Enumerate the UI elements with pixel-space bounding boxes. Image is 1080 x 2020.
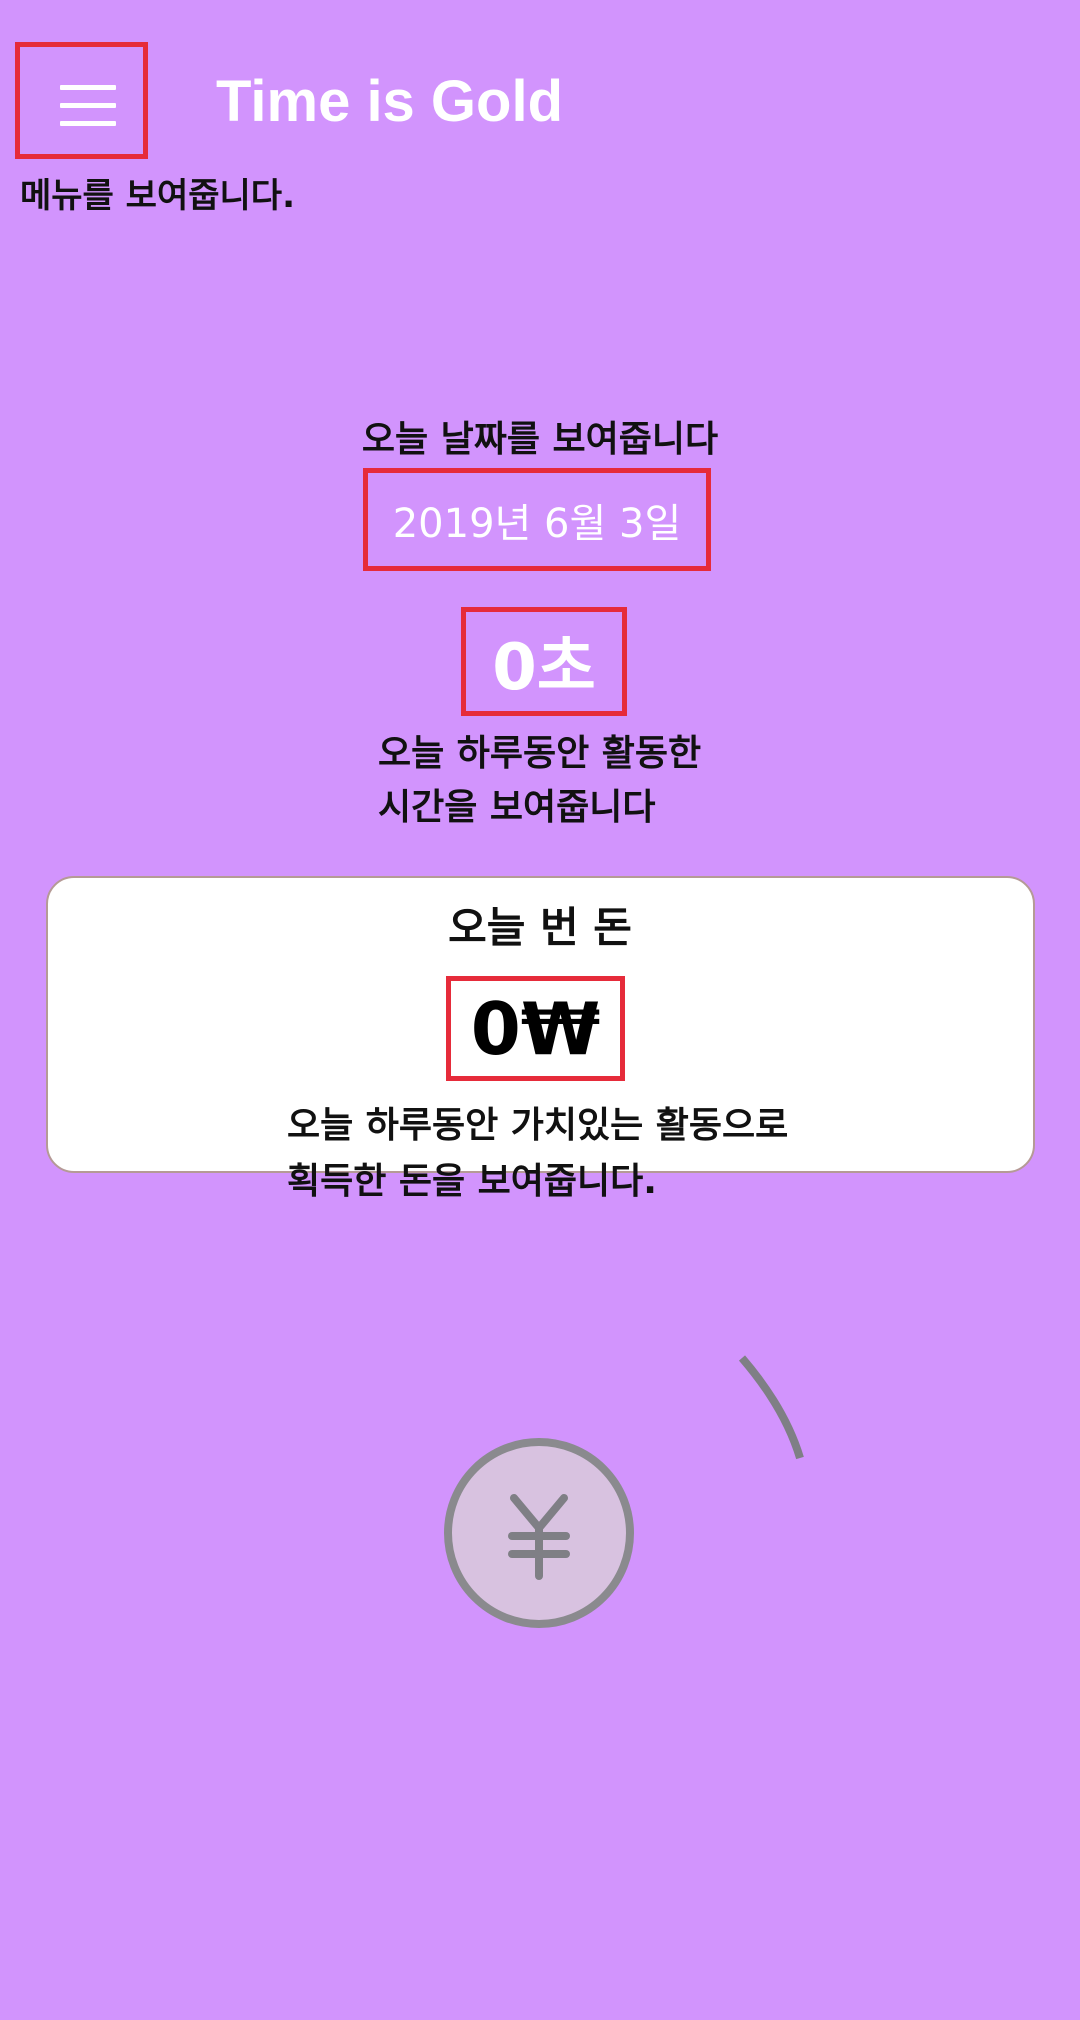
earnings-annotation-line2: 획득한 돈을 보여줍니다. [287,1161,657,1202]
yen-icon [508,1494,570,1580]
time-annotation-line2: 시간을 보여줍니다 [378,787,656,828]
active-time-value: 0초 [461,607,627,716]
menu-button[interactable] [15,42,148,159]
spinner-arc-icon [738,1355,804,1460]
today-date: 2019년 6월 3일 [363,468,711,571]
earnings-title: 오늘 번 돈 [448,903,632,952]
earnings-value: 0₩ [446,976,625,1081]
hamburger-menu-icon-bar-bottom [60,121,116,126]
time-annotation-line1: 오늘 하루동안 활동한 [378,733,702,774]
menu-annotation: 메뉴를 보여줍니다. [20,176,295,216]
date-annotation: 오늘 날짜를 보여줍니다 [361,419,719,460]
earnings-annotation-line1: 오늘 하루동안 가치있는 활동으로 [287,1105,789,1146]
app-title: Time is Gold [216,69,564,134]
hamburger-menu-icon-bar-top [60,85,116,90]
hamburger-menu-icon-bar-middle [60,103,116,108]
yen-button[interactable] [444,1438,634,1628]
